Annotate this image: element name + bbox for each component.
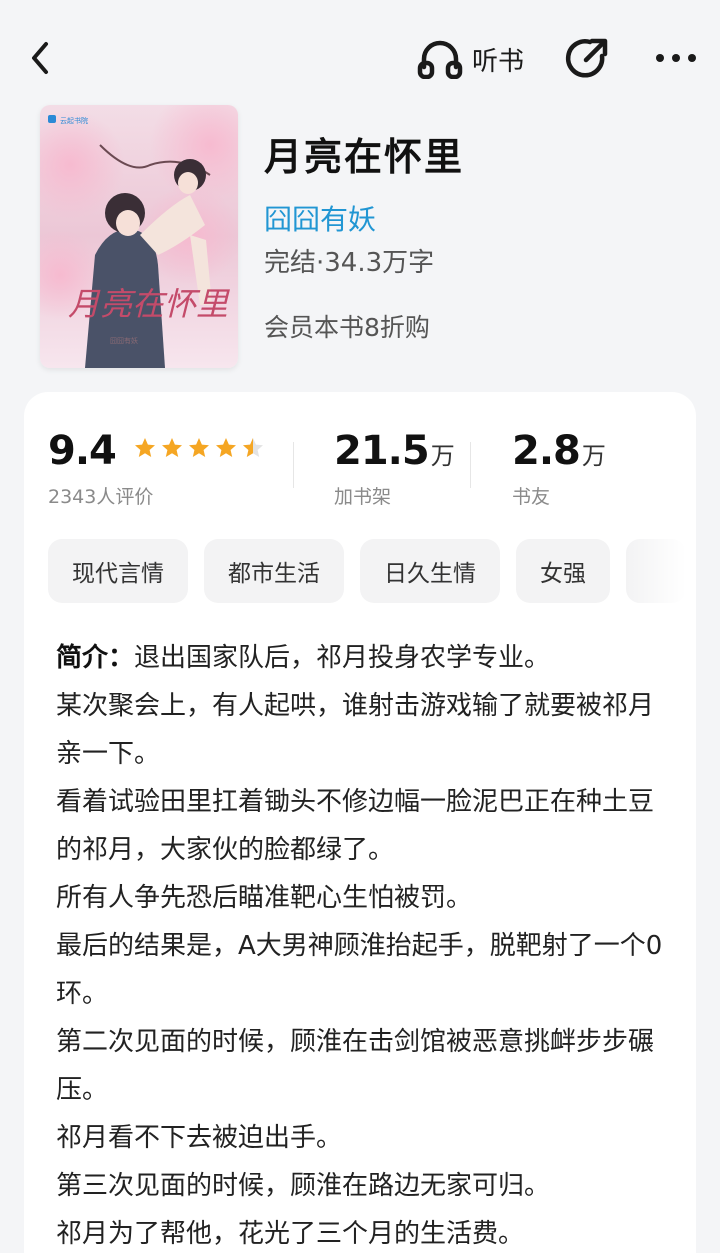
shelf-stat: 21.5万 加书架 <box>334 428 455 509</box>
stat-divider <box>470 442 471 488</box>
rating-count: 2343人评价 <box>48 486 154 508</box>
synopsis-line: 祁月为了帮他，花光了三个月的生活费。 <box>56 1219 525 1249</box>
star-icon <box>134 438 155 457</box>
more-dots-icon <box>656 54 696 62</box>
back-button[interactable] <box>22 36 62 80</box>
tag-chip[interactable]: 女强 <box>516 539 610 603</box>
cover-illustration: 云起书院 月亮在怀里 囧囧有妖 <box>40 105 238 368</box>
book-title: 月亮在怀里 <box>264 135 465 179</box>
cover-publisher: 云起书院 <box>60 116 88 125</box>
share-icon <box>565 38 608 78</box>
half-star-icon <box>242 438 263 457</box>
star-icon <box>188 438 209 457</box>
synopsis-label: 简介： <box>56 643 135 673</box>
tag-chip[interactable]: 都市生活 <box>204 539 344 603</box>
listen-label: 听书 <box>472 46 525 77</box>
synopsis-line: 所有人争先恐后瞄准靶心生怕被罚。 <box>56 883 473 913</box>
tag-chip-overflow[interactable] <box>626 539 686 603</box>
top-bar: 听书 <box>0 0 720 120</box>
book-cover[interactable]: 云起书院 月亮在怀里 囧囧有妖 <box>40 105 238 368</box>
star-icon <box>215 438 236 457</box>
tag-chip[interactable]: 日久生情 <box>360 539 500 603</box>
synopsis-line: 看着试验田里扛着锄头不修边幅一脸泥巴正在种土豆的祁月，大家伙的脸都绿了。 <box>56 787 655 865</box>
stat-divider <box>293 442 294 488</box>
book-detail-page: 听书 云起书院 月亮在怀里 囧囧有妖 月亮在怀里 囧囧有妖 完结·34.3万字 … <box>0 0 720 1253</box>
rating-stat[interactable]: 9.4 2343人评价 <box>48 428 268 509</box>
tag-list: 现代言情 都市生活 日久生情 女强 <box>48 539 686 603</box>
listen-button[interactable]: 听书 <box>416 36 524 82</box>
fans-unit: 万 <box>581 442 606 470</box>
tag-chip[interactable]: 现代言情 <box>48 539 188 603</box>
rating-score: 9.4 <box>48 428 117 474</box>
share-button[interactable] <box>564 36 610 82</box>
synopsis-line: 某次聚会上，有人起哄，谁射击游戏输了就要被祁月亲一下。 <box>56 691 655 769</box>
shelf-count: 21.5 <box>334 428 430 474</box>
book-status: 完结·34.3万字 <box>264 248 435 278</box>
fans-stat[interactable]: 2.8万 书友 <box>512 428 606 509</box>
chevron-left-icon <box>32 42 48 74</box>
author-link[interactable]: 囧囧有妖 <box>264 198 376 238</box>
headphones-icon <box>417 40 463 79</box>
cover-title: 月亮在怀里 <box>68 285 230 323</box>
synopsis[interactable]: 简介：退出国家队后，祁月投身农学专业。 某次聚会上，有人起哄，谁射击游戏输了就要… <box>56 634 676 1253</box>
synopsis-line: 最后的结果是，A大男神顾淮抬起手，脱靶射了一个0环。 <box>56 931 663 1009</box>
rating-stars <box>133 436 268 460</box>
synopsis-line: 第二次见面的时候，顾淮在击剑馆被恶意挑衅步步碾压。 <box>56 1027 655 1105</box>
more-button[interactable] <box>652 40 700 76</box>
cover-author: 囧囧有妖 <box>110 336 138 345</box>
member-promo[interactable]: 会员本书8折购 <box>264 308 430 344</box>
synopsis-line: 祁月看不下去被迫出手。 <box>56 1123 343 1153</box>
shelf-unit: 万 <box>430 442 455 470</box>
book-info: 月亮在怀里 囧囧有妖 完结·34.3万字 会员本书8折购 <box>264 126 465 342</box>
fans-count: 2.8 <box>512 428 581 474</box>
synopsis-line: 退出国家队后，祁月投身农学专业。 <box>134 643 551 673</box>
fans-label: 书友 <box>512 486 551 508</box>
detail-card: 9.4 2343人评价 21.5万 加书架 2.8万 书友 现代言情 都市生活 … <box>24 392 696 1253</box>
synopsis-line: 第三次见面的时候，顾淮在路边无家可归。 <box>56 1171 551 1201</box>
star-icon <box>161 438 182 457</box>
shelf-label: 加书架 <box>334 486 392 508</box>
